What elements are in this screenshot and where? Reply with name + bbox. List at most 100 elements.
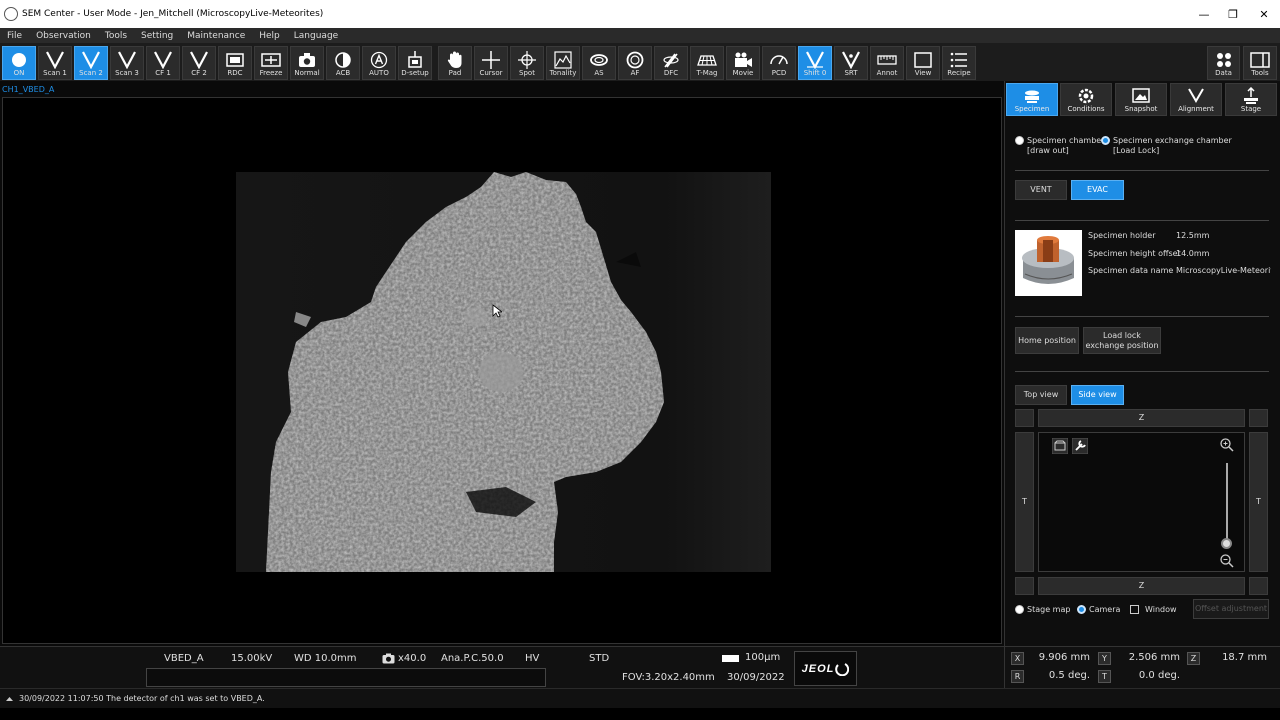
zoom-slider-handle[interactable]: [1221, 538, 1232, 549]
menu-tools[interactable]: Tools: [98, 31, 134, 41]
toolbar-button-spot[interactable]: Spot: [510, 46, 544, 80]
t-value: 0.0 deg.: [1138, 670, 1180, 681]
tab-alignment[interactable]: Alignment: [1170, 83, 1222, 116]
data-name-value: MicroscopyLive-Meteorites: [1176, 266, 1271, 275]
tools-button[interactable]: Tools: [1243, 46, 1277, 80]
stage-holder-icon[interactable]: [1052, 438, 1068, 454]
toolbar-button-dfc[interactable]: DFC: [654, 46, 688, 80]
stage-corner-tr[interactable]: [1249, 409, 1268, 427]
toolbar-button-pad[interactable]: Pad: [438, 46, 472, 80]
auto-icon: [370, 51, 388, 69]
toolbar-button-scan-2[interactable]: Scan 2: [74, 46, 108, 80]
toolbar-button-scan-3[interactable]: Scan 3: [110, 46, 144, 80]
load-lock-line1: Load lock: [1103, 330, 1141, 340]
toolbar-button-label: D-setup: [401, 69, 429, 77]
vent-button[interactable]: VENT: [1015, 180, 1067, 200]
menu-observation[interactable]: Observation: [29, 31, 98, 41]
status-wd: WD 10.0mm: [294, 653, 357, 664]
toolbar-button-cf-1[interactable]: CF 1: [146, 46, 180, 80]
scan-icon: [82, 51, 100, 69]
menu-setting[interactable]: Setting: [134, 31, 180, 41]
z-axis-box: Z: [1187, 652, 1200, 665]
maximize-button[interactable]: ❐: [1217, 0, 1249, 28]
zoom-slider-track[interactable]: [1226, 463, 1228, 543]
holder-value: 12.5mm: [1176, 231, 1210, 240]
stage-corner-bl[interactable]: [1015, 577, 1034, 595]
menu-language[interactable]: Language: [287, 31, 345, 41]
toolbar-button-t-mag[interactable]: T-Mag: [690, 46, 724, 80]
toolbar-button-label: RDC: [227, 69, 243, 77]
exchange-chamber-radio[interactable]: [1101, 136, 1110, 145]
zoom-in-icon[interactable]: [1219, 437, 1235, 453]
wrench-icon[interactable]: [1072, 438, 1088, 454]
toolbar-button-srt[interactable]: SRT: [834, 46, 868, 80]
toolbar-button-normal[interactable]: Normal: [290, 46, 324, 80]
load-lock-exchange-button[interactable]: Load lock exchange position: [1083, 327, 1161, 354]
exchange-chamber-label-line2: [Load Lock]: [1113, 146, 1160, 155]
sem-image-viewport[interactable]: [2, 97, 1002, 644]
toolbar-button-pcd[interactable]: PCD: [762, 46, 796, 80]
tab-specimen[interactable]: Specimen: [1006, 83, 1058, 116]
side-view-button[interactable]: Side view: [1071, 385, 1124, 405]
window-checkbox[interactable]: [1130, 605, 1139, 614]
toolbar-button-on[interactable]: ON: [2, 46, 36, 80]
z-up-button[interactable]: Z: [1038, 409, 1245, 427]
specimen-chamber-radio[interactable]: [1015, 136, 1024, 145]
tab-conditions[interactable]: Conditions: [1060, 83, 1112, 116]
toolbar-button-d-setup[interactable]: D-setup: [398, 46, 432, 80]
t-right-button[interactable]: T: [1249, 432, 1268, 572]
stage-coordinate-readout: X 9.906 mm Y 2.506 mm Z 18.7 mm R 0.5 de…: [1004, 646, 1280, 688]
tab-stage[interactable]: Stage: [1225, 83, 1277, 116]
toolbar-button-shift-0[interactable]: Shift 0: [798, 46, 832, 80]
menu-maintenance[interactable]: Maintenance: [180, 31, 252, 41]
status-detector: VBED_A: [164, 653, 204, 664]
expand-up-icon[interactable]: [6, 696, 13, 702]
image-tab[interactable]: CH1_VBED_A: [2, 85, 54, 94]
gear-icon: [1078, 88, 1094, 104]
stage-corner-br[interactable]: [1249, 577, 1268, 595]
stage-map-radio[interactable]: [1015, 605, 1024, 614]
menu-file[interactable]: File: [0, 31, 29, 41]
exchange-chamber-label-line1: Specimen exchange chamber: [1113, 136, 1232, 145]
toolbar-button-rdc[interactable]: RDC: [218, 46, 252, 80]
minimize-button[interactable]: —: [1188, 0, 1220, 28]
specimen-holder-icon: [1022, 236, 1074, 284]
power-icon: [12, 53, 26, 67]
toolbar-button-label: Movie: [732, 69, 754, 77]
hand-icon: [447, 51, 462, 68]
toolbar-button-recipe[interactable]: Recipe: [942, 46, 976, 80]
toolbar-button-annot[interactable]: Annot: [870, 46, 904, 80]
toolbar-button-label: AF: [630, 69, 640, 77]
toolbar-button-as[interactable]: AS: [582, 46, 616, 80]
toolbar-button-cf-2[interactable]: CF 2: [182, 46, 216, 80]
stage-corner-tl[interactable]: [1015, 409, 1034, 427]
offset-adjustment-button[interactable]: Offset adjustment: [1193, 599, 1269, 619]
data-button[interactable]: Data: [1207, 46, 1240, 80]
toolbar-button-movie[interactable]: Movie: [726, 46, 760, 80]
toolbar-button-label: View: [914, 69, 932, 77]
toolbar-button-auto[interactable]: AUTO: [362, 46, 396, 80]
toolbar-button-scan-1[interactable]: Scan 1: [38, 46, 72, 80]
toolbar-button-tonality[interactable]: Tonality: [546, 46, 580, 80]
stage-camera-view[interactable]: [1038, 432, 1245, 572]
toolbar-button-cursor[interactable]: Cursor: [474, 46, 508, 80]
data-icon: [1216, 53, 1231, 67]
top-view-button[interactable]: Top view: [1015, 385, 1067, 405]
camera-radio[interactable]: [1077, 605, 1086, 614]
home-position-button[interactable]: Home position: [1015, 327, 1079, 354]
zoom-out-icon[interactable]: [1219, 553, 1235, 569]
toolbar-button-view[interactable]: View: [906, 46, 940, 80]
menu-help[interactable]: Help: [252, 31, 287, 41]
close-button[interactable]: ✕: [1248, 0, 1280, 28]
t-left-button[interactable]: T: [1015, 432, 1034, 572]
autofocus-icon: [626, 51, 644, 69]
toolbar-button-af[interactable]: AF: [618, 46, 652, 80]
freeze-icon: [261, 53, 281, 67]
tab-snapshot[interactable]: Snapshot: [1115, 83, 1167, 116]
evac-button[interactable]: EVAC: [1071, 180, 1124, 200]
toolbar-button-freeze[interactable]: Freeze: [254, 46, 288, 80]
status-text-field[interactable]: [146, 668, 546, 687]
toolbar-button-label: CF 2: [191, 69, 207, 77]
z-down-button[interactable]: Z: [1038, 577, 1245, 595]
toolbar-button-acb[interactable]: ACB: [326, 46, 360, 80]
